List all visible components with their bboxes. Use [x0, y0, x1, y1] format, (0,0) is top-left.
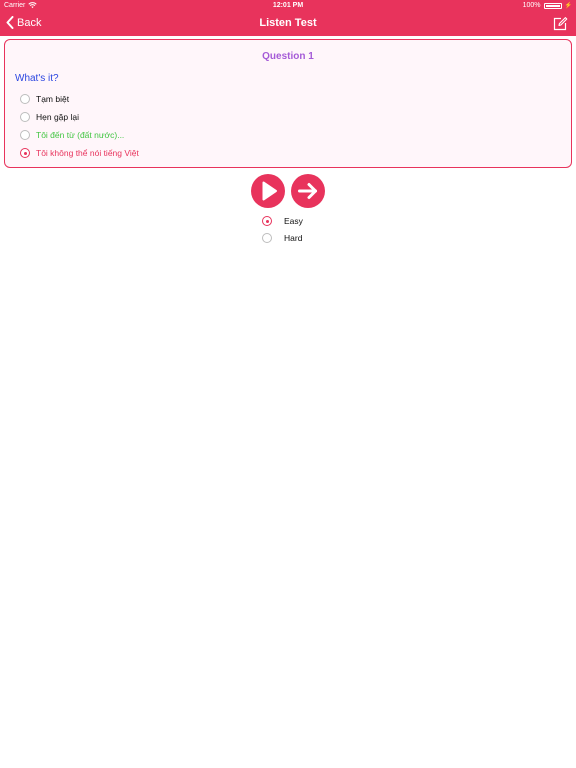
answer-option-4[interactable]: Tôi không thể nói tiếng Việt: [20, 148, 139, 158]
answer-option-1[interactable]: Tạm biệt: [20, 94, 69, 104]
radio-button[interactable]: [20, 130, 30, 140]
navigation-bar: Back Listen Test: [0, 12, 576, 36]
difficulty-easy-option[interactable]: Easy: [262, 216, 303, 226]
radio-button[interactable]: [20, 94, 30, 104]
page-title: Listen Test: [259, 17, 317, 29]
arrow-right-icon: [298, 183, 317, 199]
question-prompt: What's it?: [15, 73, 59, 84]
charging-icon: ⚡: [564, 3, 572, 9]
radio-button[interactable]: [262, 233, 272, 243]
battery-percent: 100%: [522, 2, 541, 9]
next-button[interactable]: [291, 174, 325, 208]
answer-label: Tôi đến từ (đất nước)...: [36, 130, 125, 140]
status-time: 12:01 PM: [272, 2, 304, 9]
battery-info: 100% ⚡: [523, 2, 572, 9]
difficulty-label: Easy: [284, 216, 303, 226]
status-bar: Carrier 12:01 PM 100% ⚡: [0, 0, 576, 12]
answer-option-2[interactable]: Hẹn gặp lại: [20, 112, 79, 122]
answer-label: Tạm biệt: [36, 94, 70, 104]
radio-button-selected[interactable]: [262, 216, 272, 226]
question-title: Question 1: [262, 51, 314, 62]
play-icon: [262, 181, 277, 201]
edit-icon[interactable]: [552, 16, 568, 32]
question-card: Question 1 What's it? Tạm biệt Hẹn gặp l…: [4, 39, 572, 168]
radio-button-selected[interactable]: [20, 148, 30, 158]
play-button[interactable]: [251, 174, 285, 208]
difficulty-label: Hard: [284, 233, 303, 243]
answer-label: Tôi không thể nói tiếng Việt: [36, 148, 139, 158]
radio-button[interactable]: [20, 112, 30, 122]
answer-label: Hẹn gặp lại: [36, 112, 80, 122]
battery-icon: [543, 2, 562, 9]
difficulty-hard-option[interactable]: Hard: [262, 233, 302, 243]
answer-option-3[interactable]: Tôi đến từ (đất nước)...: [20, 130, 124, 140]
